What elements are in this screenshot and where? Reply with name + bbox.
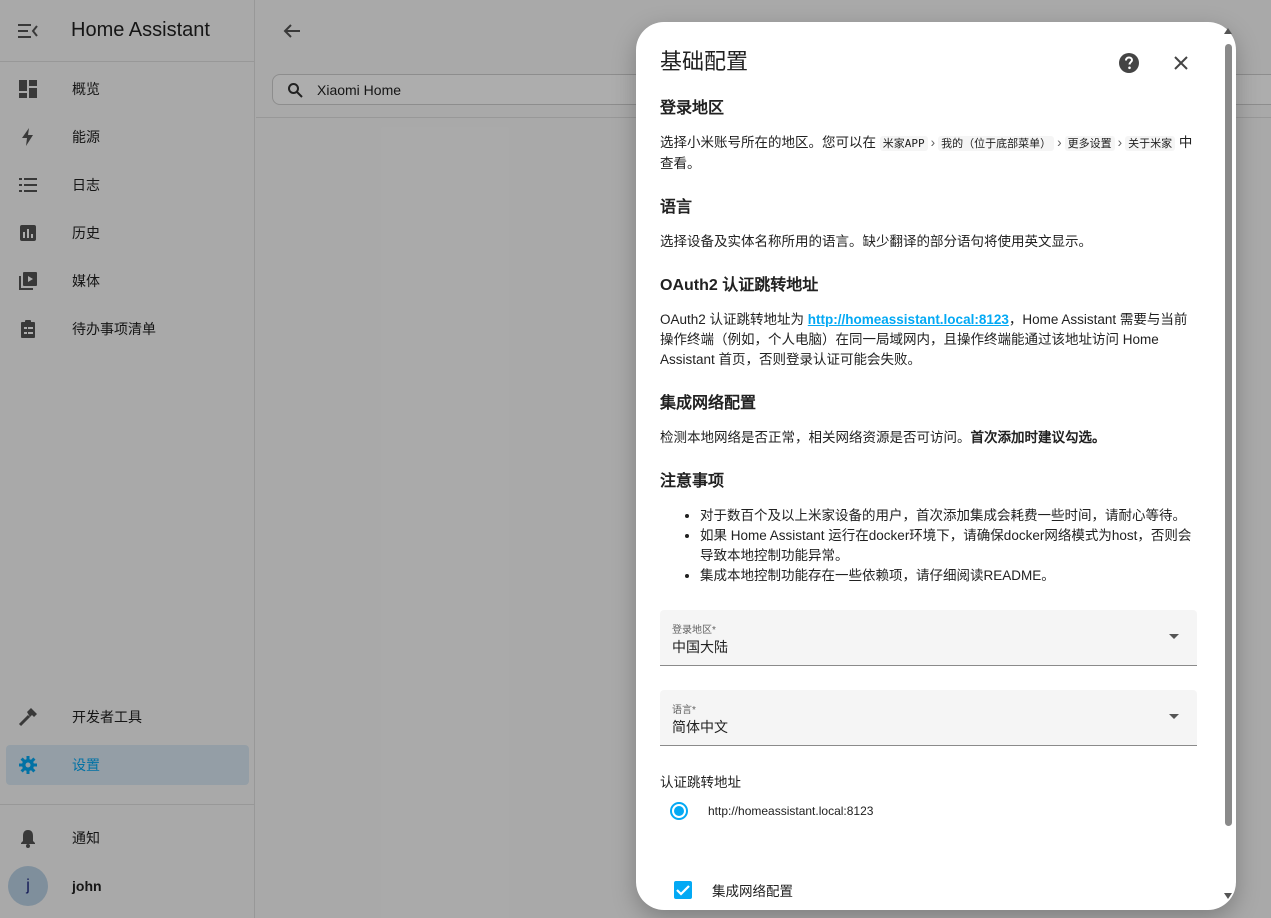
section-text-network: 检测本地网络是否正常，相关网络资源是否可访问。首次添加时建议勾选。 — [660, 428, 1197, 448]
region-text-pre: 选择小米账号所在的地区。您可以在 — [660, 135, 876, 150]
network-text: 检测本地网络是否正常，相关网络资源是否可访问。 — [660, 430, 971, 445]
redirect-url-radio-row[interactable]: http://homeassistant.local:8123 — [670, 802, 873, 820]
region-crumb-app: 米家APP — [879, 136, 928, 151]
list-item: 集成本地控制功能存在一些依赖项，请仔细阅读README。 — [700, 566, 1197, 586]
config-dialog: 基础配置 登录地区 选择小米账号所在的地区。您可以在 米家APP › 我的（位于底部… — [636, 22, 1236, 910]
dialog-title: 基础配置 — [660, 49, 749, 74]
region-crumb-about: 关于米家 — [1125, 136, 1176, 151]
list-item: 对于数百个及以上米家设备的用户，首次添加集成会耗费一些时间，请耐心等待。 — [700, 506, 1197, 526]
redirect-url-label: 认证跳转地址 — [660, 775, 741, 790]
redirect-url-option-label: http://homeassistant.local:8123 — [708, 804, 874, 818]
region-crumb-more: 更多设置 — [1064, 136, 1115, 151]
language-select[interactable]: 语言* 简体中文 — [660, 690, 1197, 746]
network-check-label: 集成网络配置 — [712, 884, 793, 899]
redirect-url-radio[interactable] — [670, 802, 688, 820]
section-text-oauth: OAuth2 认证跳转地址为 http://homeassistant.loca… — [660, 310, 1197, 370]
region-select-label: 登录地区* — [672, 625, 716, 636]
region-select-value: 中国大陆 — [672, 639, 728, 655]
section-text-region: 选择小米账号所在的地区。您可以在 米家APP › 我的（位于底部菜单） › 更多设置 › 关… — [660, 133, 1197, 174]
oauth-redirect-link[interactable]: http://homeassistant.local:8123 — [808, 312, 1009, 327]
network-text-bold: 首次添加时建议勾选。 — [970, 430, 1106, 445]
section-heading-region: 登录地区 — [660, 100, 725, 117]
section-text-language: 选择设备及实体名称所用的语言。缺少翻译的部分语句将使用英文显示。 — [660, 234, 1092, 249]
scroll-down-arrow-icon[interactable] — [1224, 893, 1232, 899]
oauth-text-pre: OAuth2 认证跳转地址为 — [660, 312, 808, 327]
chevron-right-icon: › — [1117, 135, 1123, 150]
help-button[interactable] — [1114, 48, 1144, 78]
section-heading-network: 集成网络配置 — [660, 395, 757, 412]
region-crumb-mine: 我的（位于底部菜单） — [938, 136, 1055, 151]
dialog-description: 登录地区 选择小米账号所在的地区。您可以在 米家APP › 我的（位于底部菜单） › 更… — [660, 94, 1197, 586]
scroll-up-arrow-icon[interactable] — [1224, 28, 1232, 34]
close-button[interactable] — [1166, 48, 1196, 78]
network-check-checkbox[interactable] — [674, 881, 692, 899]
help-circle-icon — [1119, 53, 1139, 73]
section-heading-notes: 注意事项 — [660, 473, 725, 490]
section-heading-language: 语言 — [660, 199, 693, 216]
dropdown-arrow-icon — [1169, 714, 1179, 719]
dropdown-arrow-icon — [1169, 634, 1179, 639]
close-icon — [1174, 56, 1188, 70]
region-select[interactable]: 登录地区* 中国大陆 — [660, 610, 1197, 666]
chevron-right-icon: › — [930, 135, 936, 150]
section-heading-oauth: OAuth2 认证跳转地址 — [660, 277, 819, 294]
language-select-label: 语言* — [672, 705, 696, 716]
notes-list: 对于数百个及以上米家设备的用户，首次添加集成会耗费一些时间，请耐心等待。 如果 … — [660, 506, 1197, 586]
check-icon — [676, 885, 690, 896]
language-select-value: 简体中文 — [672, 719, 728, 735]
list-item: 如果 Home Assistant 运行在docker环境下，请确保docker… — [700, 526, 1197, 566]
chevron-right-icon: › — [1057, 135, 1062, 150]
network-check-row[interactable]: 集成网络配置 — [674, 880, 793, 900]
dialog-scrollbar[interactable] — [1225, 44, 1232, 826]
